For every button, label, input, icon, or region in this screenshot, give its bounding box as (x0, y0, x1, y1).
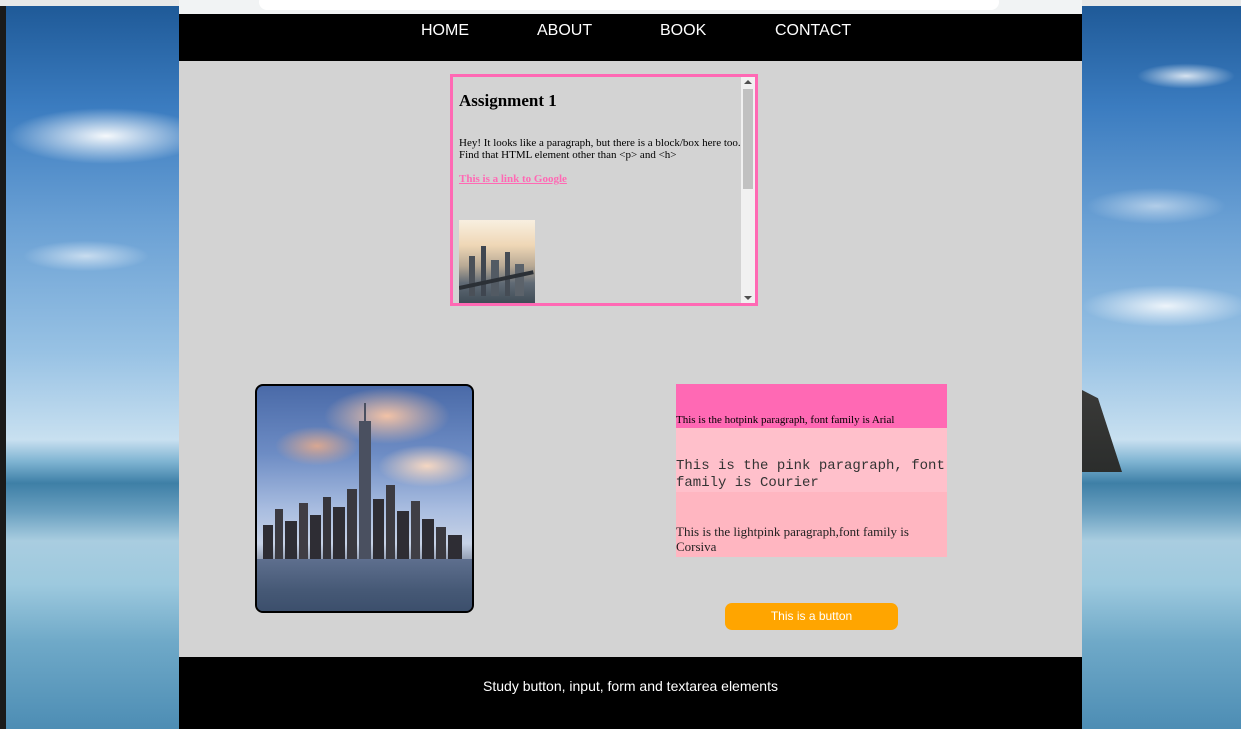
top-navigation: HOME ABOUT BOOK CONTACT (179, 14, 1082, 61)
nav-contact-link[interactable]: CONTACT (775, 22, 851, 40)
city-thumbnail-image (459, 220, 535, 303)
scroll-up-arrow-icon[interactable] (744, 80, 752, 84)
lightpink-paragraph-text: This is the lightpink paragraph,font fam… (676, 524, 909, 554)
assignment-scroll-box[interactable]: Assignment 1 Hey! It looks like a paragr… (450, 74, 758, 306)
assignment-content: Assignment 1 Hey! It looks like a paragr… (459, 91, 741, 185)
hotpink-paragraph: This is the hotpink paragraph, font fami… (676, 384, 947, 428)
nav-home-link[interactable]: HOME (421, 22, 469, 40)
footer-text: Study button, input, form and textarea e… (483, 678, 778, 694)
nav-about-link[interactable]: ABOUT (537, 22, 592, 40)
screen-edge (0, 0, 6, 729)
scroll-down-arrow-icon[interactable] (744, 296, 752, 300)
nav-book-link[interactable]: BOOK (660, 22, 706, 40)
web-page: HOME ABOUT BOOK CONTACT Assignment 1 Hey… (179, 14, 1082, 729)
pink-paragraph: This is the pink paragraph, font family … (676, 428, 947, 492)
scrollbar-thumb[interactable] (743, 89, 753, 189)
assignment-title: Assignment 1 (459, 91, 557, 110)
page-footer: Study button, input, form and textarea e… (179, 657, 1082, 729)
hotpink-paragraph-text: This is the hotpink paragraph, font fami… (676, 414, 895, 426)
lightpink-paragraph: This is the lightpink paragraph,font fam… (676, 492, 947, 557)
address-bar[interactable] (259, 0, 999, 10)
google-link[interactable]: This is a link to Google (459, 173, 741, 185)
assignment-paragraph: Hey! It looks like a paragraph, but ther… (459, 137, 741, 161)
pink-paragraph-text: This is the pink paragraph, font family … (676, 458, 945, 491)
scrollbar[interactable] (741, 77, 755, 303)
demo-button[interactable]: This is a button (725, 603, 898, 630)
city-skyline-image (255, 384, 474, 613)
browser-toolbar (179, 0, 1082, 14)
